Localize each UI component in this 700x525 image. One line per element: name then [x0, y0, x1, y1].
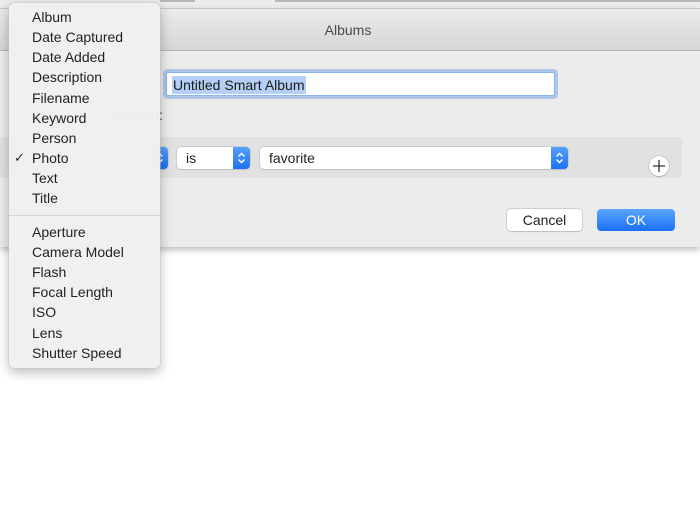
menu-item-title[interactable]: Title: [9, 188, 160, 208]
menu-item-shutter-speed[interactable]: Shutter Speed: [9, 343, 160, 363]
menu-item-camera-model[interactable]: Camera Model: [9, 242, 160, 262]
operator-value: is: [186, 150, 197, 166]
ok-button[interactable]: OK: [597, 209, 675, 231]
value-popup[interactable]: favorite: [260, 147, 568, 169]
album-name-selected-text: Untitled Smart Album: [172, 76, 306, 94]
checkmark-icon: ✓: [14, 150, 25, 165]
top-edge-segment: [160, 0, 195, 2]
window-title: Albums: [324, 22, 372, 38]
menu-item-lens[interactable]: Lens: [9, 323, 160, 343]
album-name-input[interactable]: Untitled Smart Album: [166, 72, 555, 96]
menu-item-text[interactable]: Text: [9, 168, 160, 188]
add-condition-button[interactable]: [649, 156, 669, 176]
operator-popup-arrows: [233, 147, 250, 169]
updown-chevron-icon: [238, 152, 245, 164]
menu-item-flash[interactable]: Flash: [9, 262, 160, 282]
value-popup-arrows: [551, 147, 568, 169]
menu-item-date-captured[interactable]: Date Captured: [9, 27, 160, 47]
cancel-button[interactable]: Cancel: [507, 209, 582, 231]
menu-item-person[interactable]: Person: [9, 128, 160, 148]
menu-item-filename[interactable]: Filename: [9, 88, 160, 108]
menu-item-iso[interactable]: ISO: [9, 302, 160, 322]
condition-value: favorite: [269, 150, 315, 166]
menu-item-date-added[interactable]: Date Added: [9, 47, 160, 67]
top-edge-segment: [275, 0, 700, 2]
plus-icon: [653, 160, 665, 172]
menu-item-keyword[interactable]: Keyword: [9, 108, 160, 128]
menu-item-focal-length[interactable]: Focal Length: [9, 282, 160, 302]
menu-item-description[interactable]: Description: [9, 67, 160, 87]
operator-popup[interactable]: is: [177, 147, 250, 169]
menu-item-photo[interactable]: ✓ Photo: [9, 148, 160, 168]
field-dropdown-menu: Album Date Captured Date Added Descripti…: [9, 3, 160, 368]
menu-item-album[interactable]: Album: [9, 7, 160, 27]
menu-item-aperture[interactable]: Aperture: [9, 222, 160, 242]
updown-chevron-icon: [556, 152, 563, 164]
menu-separator: [9, 215, 160, 216]
